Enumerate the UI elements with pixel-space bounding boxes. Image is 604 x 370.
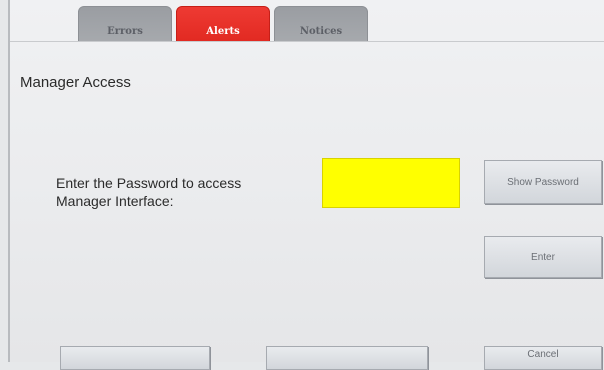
tab-alerts[interactable]: Alerts: [176, 6, 270, 42]
cancel-button[interactable]: Cancel: [484, 346, 602, 370]
bottom-middle-button[interactable]: [266, 346, 428, 370]
password-input[interactable]: [322, 158, 460, 208]
tab-bar: Errors Alerts Notices: [78, 6, 368, 42]
touch-screen: Errors Alerts Notices Manager Access Ent…: [8, 0, 604, 370]
enter-button[interactable]: Enter: [484, 236, 602, 278]
password-prompt: Enter the Password to access Manager Int…: [56, 174, 316, 210]
bottom-left-button[interactable]: [60, 346, 210, 370]
page-title: Manager Access: [20, 74, 131, 91]
password-prompt-line2: Manager Interface:: [56, 193, 174, 209]
show-password-label: Show Password: [507, 176, 579, 188]
password-prompt-line1: Enter the Password to access: [56, 175, 242, 191]
enter-label: Enter: [531, 251, 555, 263]
tab-errors[interactable]: Errors: [78, 6, 172, 42]
tab-divider: [10, 41, 604, 42]
tab-notices[interactable]: Notices: [274, 6, 368, 42]
show-password-button[interactable]: Show Password: [484, 160, 602, 204]
cancel-label: Cancel: [527, 348, 559, 360]
